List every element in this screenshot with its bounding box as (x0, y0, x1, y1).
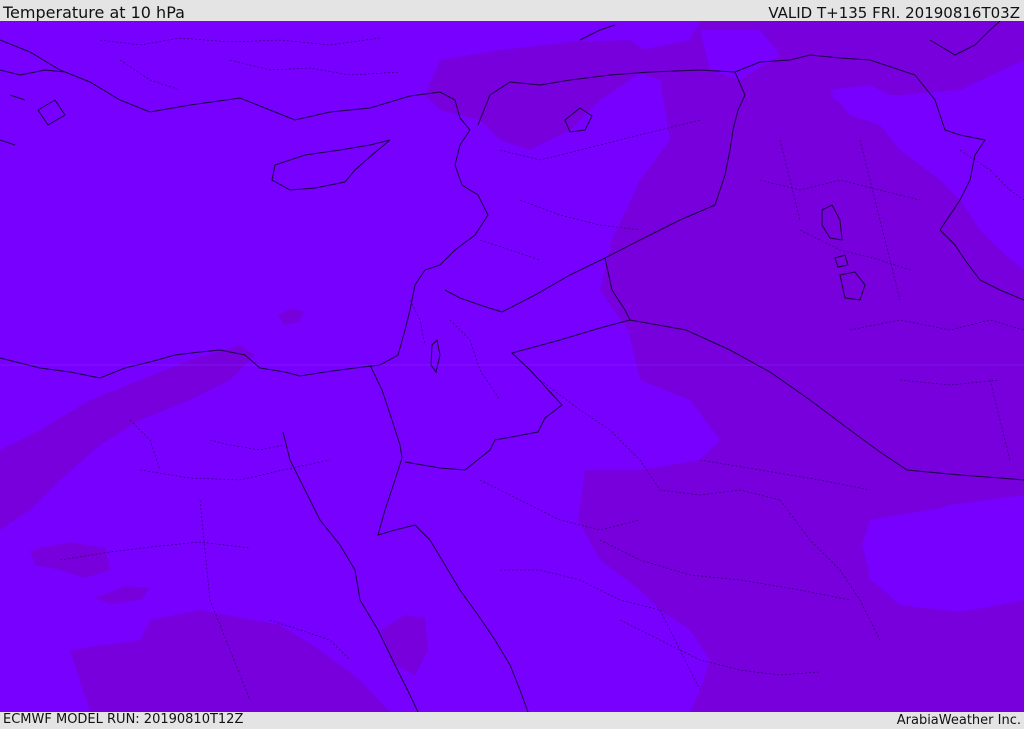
map-title: Temperature at 10 hPa (3, 3, 185, 22)
temperature-map (0, 21, 1024, 712)
credit-label: ArabiaWeather Inc. (896, 713, 1021, 728)
model-run-label: ECMWF MODEL RUN: 20190810T12Z (3, 712, 244, 727)
map-frame: Temperature at 10 hPa VALID T+135 FRI. 2… (0, 0, 1024, 729)
header-bar: Temperature at 10 hPa VALID T+135 FRI. 2… (0, 0, 1024, 21)
footer-bar: ECMWF MODEL RUN: 20190810T12Z ArabiaWeat… (0, 712, 1024, 729)
valid-time: VALID T+135 FRI. 20190816T03Z (768, 4, 1020, 22)
